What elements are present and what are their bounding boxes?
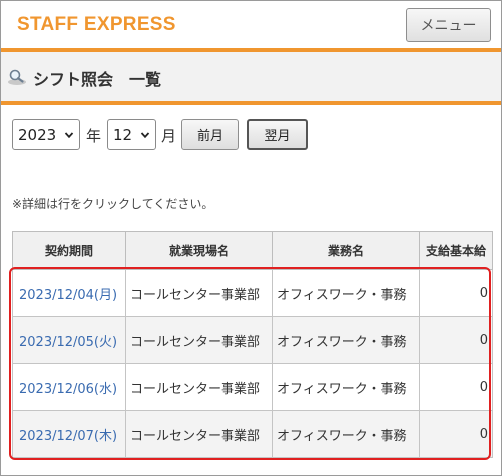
- month-unit-label: 月: [161, 127, 177, 145]
- table-header-row: 契約期間 就業現場名 業務名 支給基本給: [12, 231, 493, 270]
- cell-pay: 0: [419, 316, 493, 364]
- shift-table: 契約期間 就業現場名 業務名 支給基本給 2023/12/04(月) コールセン…: [12, 231, 493, 458]
- cell-site: コールセンター事業部: [125, 316, 273, 364]
- header-contract-period: 契約期間: [12, 231, 126, 270]
- page-title: シフト照会 一覧: [33, 70, 162, 89]
- hint-text: ※詳細は行をクリックしてください。: [12, 197, 214, 211]
- cell-site: コールセンター事業部: [125, 410, 273, 458]
- cell-job: オフィスワーク・事務: [272, 269, 420, 317]
- table-row[interactable]: 2023/12/06(水) コールセンター事業部 オフィスワーク・事務 0: [12, 363, 493, 411]
- page-title-bar: シフト照会 一覧: [1, 52, 501, 101]
- year-select[interactable]: 2023: [12, 119, 80, 150]
- cell-date[interactable]: 2023/12/07(木): [12, 410, 126, 458]
- cell-site: コールセンター事業部: [125, 269, 273, 317]
- table-row[interactable]: 2023/12/04(月) コールセンター事業部 オフィスワーク・事務 0: [12, 269, 493, 317]
- table-row[interactable]: 2023/12/07(木) コールセンター事業部 オフィスワーク・事務 0: [12, 410, 493, 458]
- title-divider: [1, 101, 501, 105]
- prev-month-button[interactable]: 前月: [181, 119, 239, 150]
- cell-date[interactable]: 2023/12/04(月): [12, 269, 126, 317]
- cell-job: オフィスワーク・事務: [272, 410, 420, 458]
- cell-pay: 0: [419, 363, 493, 411]
- cell-job: オフィスワーク・事務: [272, 316, 420, 364]
- table-row[interactable]: 2023/12/05(火) コールセンター事業部 オフィスワーク・事務 0: [12, 316, 493, 364]
- year-select-value: 2023: [18, 125, 57, 144]
- header: STAFF EXPRESS メニュー: [1, 1, 501, 48]
- app-window: STAFF EXPRESS メニュー シフト照会 一覧 2023 年 12 月 …: [0, 0, 502, 476]
- brand-logo[interactable]: STAFF EXPRESS: [17, 14, 176, 36]
- next-month-button[interactable]: 翌月: [247, 119, 308, 150]
- header-work-site: 就業現場名: [125, 231, 273, 270]
- cell-pay: 0: [419, 269, 493, 317]
- cell-date[interactable]: 2023/12/05(火): [12, 316, 126, 364]
- header-job-name: 業務名: [272, 231, 420, 270]
- month-select[interactable]: 12: [107, 119, 156, 150]
- menu-button[interactable]: メニュー: [406, 8, 491, 42]
- cell-job: オフィスワーク・事務: [272, 363, 420, 411]
- cell-date[interactable]: 2023/12/06(水): [12, 363, 126, 411]
- year-unit-label: 年: [86, 127, 102, 145]
- cell-pay: 0: [419, 410, 493, 458]
- header-base-pay: 支給基本給: [419, 231, 493, 270]
- chevron-down-icon: [64, 132, 74, 139]
- chevron-down-icon: [140, 132, 150, 139]
- month-select-value: 12: [113, 125, 133, 144]
- search-icon: [8, 69, 26, 85]
- cell-site: コールセンター事業部: [125, 363, 273, 411]
